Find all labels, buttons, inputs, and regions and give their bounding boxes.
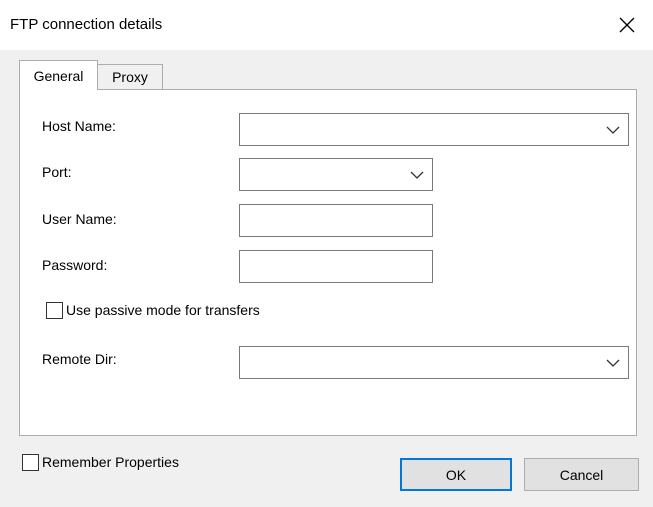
host-name-combobox[interactable] — [239, 113, 629, 146]
port-combobox[interactable] — [239, 158, 433, 191]
remote-dir-label: Remote Dir: — [42, 351, 117, 367]
tab-proxy[interactable]: Proxy — [97, 64, 163, 90]
close-icon — [619, 17, 635, 33]
remember-properties-checkbox[interactable] — [22, 454, 39, 471]
close-button[interactable] — [609, 8, 645, 42]
cancel-button-label: Cancel — [559, 466, 604, 483]
port-label: Port: — [42, 164, 72, 180]
passive-mode-label: Use passive mode for transfers — [66, 302, 260, 318]
tab-general-label: General — [33, 67, 84, 84]
remember-properties-label: Remember Properties — [42, 454, 179, 470]
user-name-label: User Name: — [42, 211, 117, 227]
host-name-label: Host Name: — [42, 118, 116, 134]
cancel-button[interactable]: Cancel — [524, 458, 639, 491]
chevron-down-icon — [606, 359, 620, 367]
title-bar: FTP connection details — [0, 0, 653, 50]
ok-button[interactable]: OK — [400, 458, 512, 491]
window-title: FTP connection details — [10, 16, 163, 33]
chevron-down-icon — [410, 171, 424, 179]
tab-proxy-label: Proxy — [112, 69, 148, 85]
ok-button-label: OK — [445, 466, 467, 483]
chevron-down-icon — [606, 126, 620, 134]
password-label: Password: — [42, 257, 108, 273]
ftp-connection-dialog: FTP connection details General Proxy Hos… — [0, 0, 653, 507]
password-field[interactable] — [239, 250, 433, 283]
general-tab-panel: Host Name: Port: User Name: Password: Us… — [19, 89, 637, 436]
passive-mode-checkbox[interactable] — [46, 302, 63, 319]
user-name-field[interactable] — [239, 204, 433, 237]
tab-general[interactable]: General — [19, 60, 98, 90]
remote-dir-combobox[interactable] — [239, 346, 629, 379]
